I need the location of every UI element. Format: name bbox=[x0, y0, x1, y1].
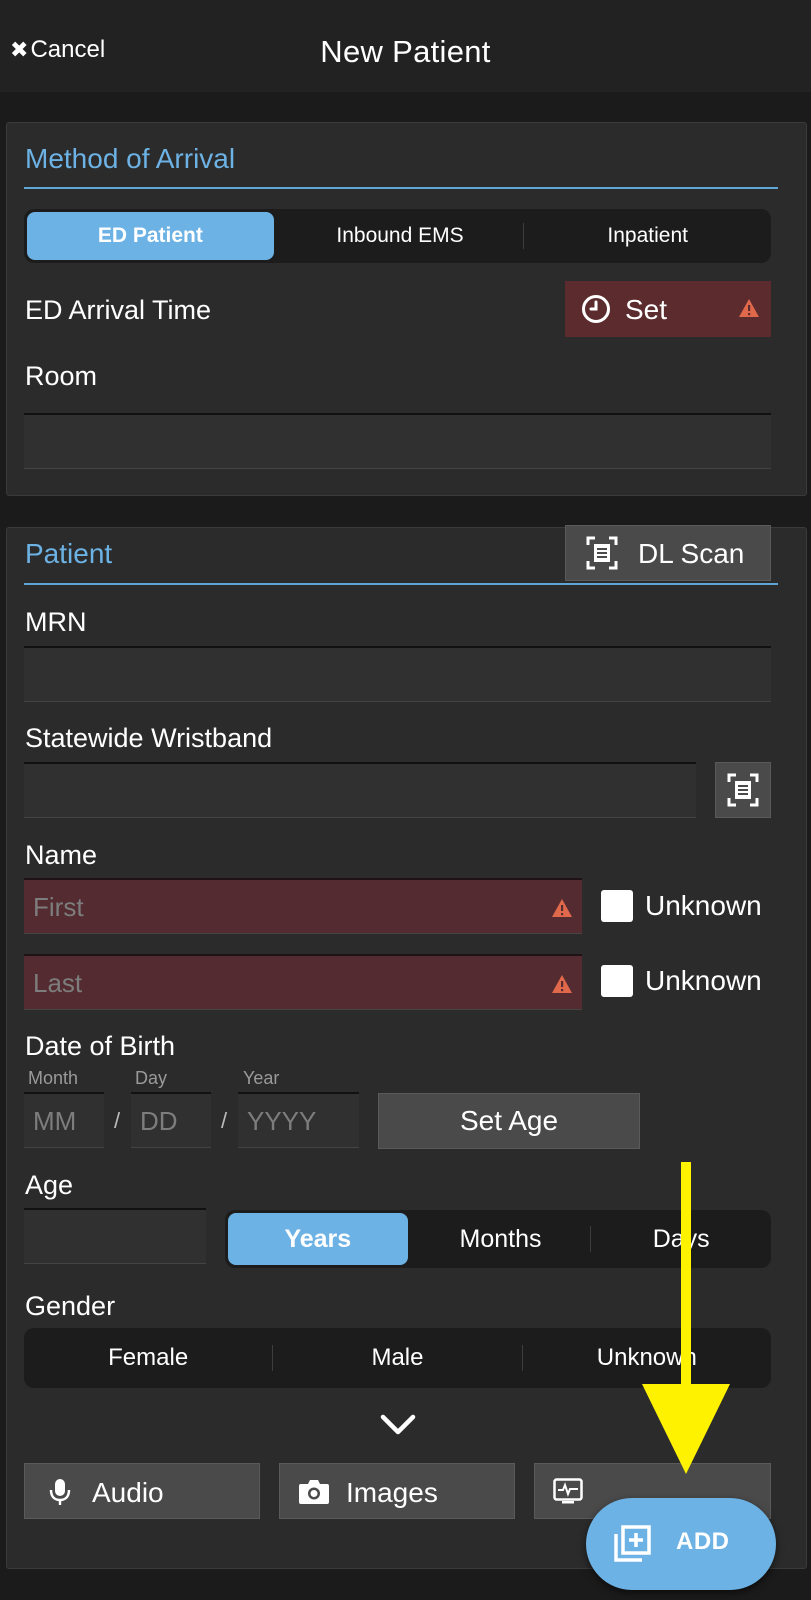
wristband-scan-button[interactable] bbox=[715, 762, 771, 818]
arrival-time-label: ED Arrival Time bbox=[25, 295, 212, 325]
last-name-unknown-checkbox[interactable] bbox=[601, 965, 633, 997]
dl-scan-label: DL Scan bbox=[638, 538, 745, 569]
arrival-panel: Method of Arrival ED Patient Inbound EMS… bbox=[6, 122, 807, 496]
camera-icon bbox=[299, 1480, 329, 1504]
gender-label: Gender bbox=[25, 1291, 116, 1321]
annotation-arrow-icon bbox=[642, 1162, 730, 1474]
date-separator: / bbox=[221, 1108, 228, 1133]
day-label: Day bbox=[135, 1068, 168, 1088]
add-label: ADD bbox=[676, 1528, 730, 1555]
age-unit-months[interactable]: Months bbox=[411, 1210, 591, 1268]
add-button[interactable]: ADD bbox=[586, 1498, 776, 1590]
month-placeholder: MM bbox=[33, 1106, 77, 1136]
name-label: Name bbox=[25, 840, 98, 870]
dob-month-input[interactable]: MM bbox=[24, 1092, 104, 1148]
first-name-input[interactable]: First bbox=[24, 878, 582, 934]
top-bar: ✖ Cancel New Patient bbox=[0, 0, 811, 92]
warning-icon bbox=[739, 299, 759, 317]
set-age-button[interactable]: Set Age bbox=[378, 1093, 640, 1149]
patient-section-title: Patient bbox=[25, 538, 113, 569]
room-input[interactable] bbox=[24, 413, 771, 469]
set-label: Set bbox=[625, 294, 668, 325]
chevron-down-icon[interactable] bbox=[380, 1414, 416, 1436]
gender-option-female[interactable]: Female bbox=[24, 1328, 272, 1388]
year-placeholder: YYYY bbox=[247, 1106, 317, 1136]
room-label: Room bbox=[25, 361, 98, 391]
warning-icon bbox=[552, 899, 572, 917]
warning-icon bbox=[552, 975, 572, 993]
year-label: Year bbox=[243, 1068, 280, 1088]
clock-icon bbox=[582, 295, 610, 323]
gender-option-male[interactable]: Male bbox=[273, 1328, 521, 1388]
mrn-label: MRN bbox=[25, 607, 87, 637]
age-label: Age bbox=[25, 1170, 74, 1200]
month-label: Month bbox=[28, 1068, 79, 1088]
dob-day-input[interactable]: DD bbox=[131, 1092, 211, 1148]
add-copy-icon bbox=[614, 1525, 651, 1562]
arrival-method-segmented-control: ED Patient Inbound EMS Inpatient bbox=[24, 209, 771, 263]
first-name-placeholder: First bbox=[33, 892, 84, 922]
dl-scan-button[interactable]: DL Scan bbox=[565, 525, 771, 581]
vitals-icon bbox=[553, 1478, 583, 1504]
images-label: Images bbox=[346, 1477, 438, 1508]
mrn-input[interactable] bbox=[24, 646, 771, 702]
last-name-placeholder: Last bbox=[33, 968, 83, 998]
patient-section-divider bbox=[24, 583, 778, 585]
date-separator: / bbox=[114, 1108, 121, 1133]
wristband-label: Statewide Wristband bbox=[25, 723, 273, 753]
day-placeholder: DD bbox=[140, 1106, 178, 1136]
arrival-section-title: Method of Arrival bbox=[25, 143, 236, 174]
images-button[interactable]: Images bbox=[279, 1463, 515, 1519]
arrival-time-set-button[interactable]: Set bbox=[565, 281, 771, 337]
last-name-input[interactable]: Last bbox=[24, 954, 582, 1010]
page-title: New Patient bbox=[320, 34, 491, 69]
scan-icon bbox=[727, 773, 759, 807]
audio-label: Audio bbox=[92, 1477, 164, 1508]
wristband-input[interactable] bbox=[24, 762, 696, 818]
dob-year-input[interactable]: YYYY bbox=[238, 1092, 359, 1148]
first-name-unknown-checkbox[interactable] bbox=[601, 890, 633, 922]
method-option-ed-patient[interactable]: ED Patient bbox=[27, 212, 274, 260]
microphone-icon bbox=[49, 1479, 71, 1505]
last-name-unknown-label: Unknown bbox=[645, 965, 762, 996]
audio-button[interactable]: Audio bbox=[24, 1463, 260, 1519]
first-name-unknown-label: Unknown bbox=[645, 890, 762, 921]
age-unit-years[interactable]: Years bbox=[228, 1213, 408, 1265]
scan-icon bbox=[586, 536, 618, 570]
method-option-inbound-ems[interactable]: Inbound EMS bbox=[277, 209, 524, 263]
method-option-inpatient[interactable]: Inpatient bbox=[524, 209, 771, 263]
dob-label: Date of Birth bbox=[25, 1031, 176, 1061]
arrival-section-divider bbox=[24, 187, 778, 189]
age-input[interactable] bbox=[24, 1208, 206, 1264]
